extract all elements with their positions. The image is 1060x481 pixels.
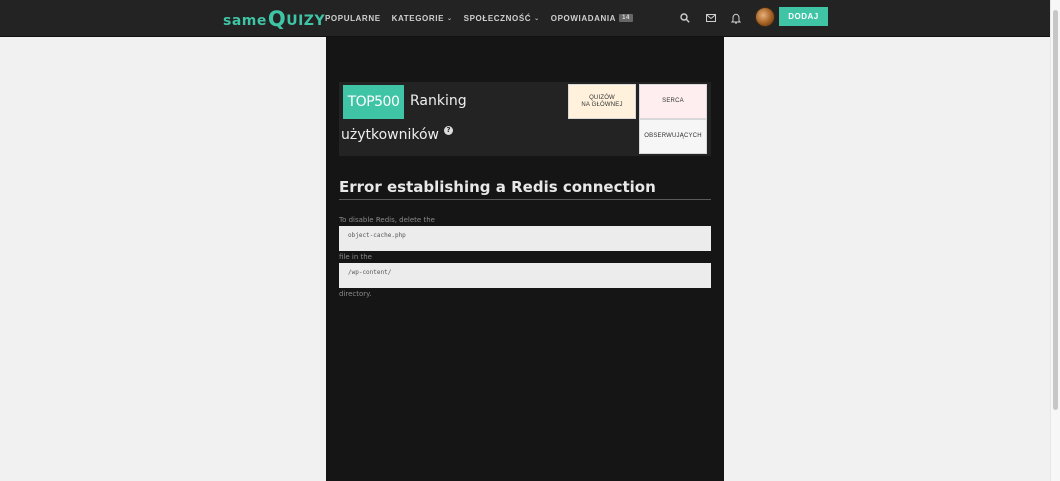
nav-item-label: OPOWIADANIA	[550, 13, 617, 23]
top500-badge: TOP500	[343, 85, 404, 119]
nav-item-label: POPULARNE	[325, 13, 381, 23]
main-nav: POPULARNE KATEGORIE ⌄ SPOŁECZNOŚĆ ⌄ OPOW…	[325, 0, 644, 36]
code-block-wp-content: /wp-content/	[339, 263, 711, 288]
help-icon[interactable]: ?	[444, 125, 454, 135]
avatar[interactable]	[755, 7, 775, 27]
main-content: TOP500 Ranking użytkowników ? QUIZÓW NA …	[326, 37, 724, 481]
chevron-down-icon: ⌄	[534, 15, 540, 22]
top-navigation-bar: same Q UIZY POPULARNE KATEGORIE ⌄ SPOŁEC…	[0, 0, 1050, 37]
nav-item-kategorie[interactable]: KATEGORIE ⌄	[392, 14, 453, 23]
code-block-object-cache: object-cache.php	[339, 226, 711, 251]
search-icon[interactable]	[678, 11, 692, 25]
ranking-header: TOP500 Ranking użytkowników ? QUIZÓW NA …	[339, 82, 711, 156]
error-heading: Error establishing a Redis connection	[339, 178, 656, 196]
divider	[339, 199, 711, 200]
tab-label: OBSERWUJĄCYCH	[644, 133, 702, 139]
error-text-line2: file in the	[339, 253, 372, 261]
nav-item-popularne[interactable]: POPULARNE	[325, 14, 381, 23]
nav-item-label: KATEGORIE	[391, 13, 445, 23]
nav-item-label: SPOŁECZNOŚĆ	[463, 13, 532, 23]
tab-label-line1: QUIZÓW	[589, 94, 615, 101]
logo-text-same: same	[223, 13, 267, 29]
nav-item-opowiadania[interactable]: OPOWIADANIA 14	[551, 14, 633, 23]
logo-text-uizy: UIZY	[286, 13, 326, 29]
add-button[interactable]: DODAJ	[779, 7, 828, 26]
ranking-title: Ranking	[410, 93, 467, 109]
tab-label-line2: NA GŁÓWNEJ	[581, 101, 623, 108]
ranking-subtitle: użytkowników ?	[341, 125, 454, 143]
tab-hearts[interactable]: SERCA	[639, 84, 707, 119]
nav-item-spolecznosc[interactable]: SPOŁECZNOŚĆ ⌄	[464, 14, 540, 23]
tab-followers[interactable]: OBSERWUJĄCYCH	[639, 119, 707, 154]
tab-quizzes-on-main[interactable]: QUIZÓW NA GŁÓWNEJ	[568, 84, 636, 119]
error-text-line3: directory.	[339, 290, 372, 298]
page-scrollbar[interactable]	[1050, 0, 1060, 481]
scrollbar-thumb[interactable]	[1053, 10, 1058, 410]
logo-text-q: Q	[267, 7, 287, 31]
tab-label: SERCA	[662, 98, 684, 104]
bell-icon[interactable]	[729, 11, 743, 25]
mail-icon[interactable]	[704, 11, 718, 25]
count-badge: 14	[619, 14, 633, 22]
error-text-line1: To disable Redis, delete the	[339, 216, 435, 224]
chevron-down-icon: ⌄	[447, 15, 453, 22]
ranking-subtitle-text: użytkowników	[341, 127, 440, 143]
site-logo[interactable]: same Q UIZY	[223, 6, 325, 30]
